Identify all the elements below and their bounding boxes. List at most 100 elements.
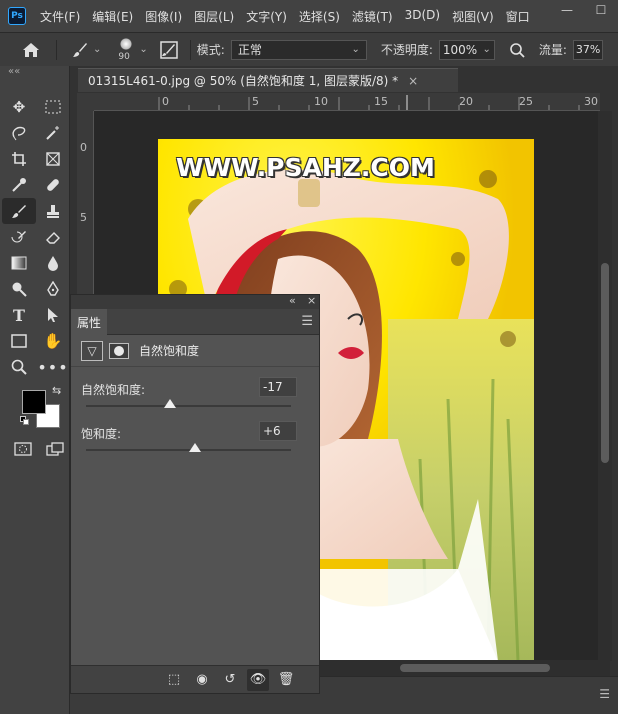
hand-tool-icon[interactable]: ✋ xyxy=(36,328,70,354)
panel-footer: ⬚ ◉ ↺ 👁 🗑 xyxy=(71,665,319,693)
menu-edit[interactable]: 编辑(E) xyxy=(92,8,133,25)
flow-value: 37% xyxy=(575,43,601,56)
lasso-tool-icon[interactable] xyxy=(2,120,36,146)
path-selection-tool-icon[interactable] xyxy=(36,302,70,328)
vibrance-control: 自然饱和度: -17 xyxy=(71,373,319,417)
panel-title-bar[interactable]: « × xyxy=(71,294,319,309)
toggle-visibility-eye-icon[interactable]: 👁 xyxy=(247,668,269,691)
adjustment-title: 自然饱和度 xyxy=(139,344,200,358)
chevron-down-icon[interactable]: ⌄ xyxy=(139,44,147,55)
healing-brush-tool-icon[interactable] xyxy=(36,172,70,198)
horizontal-scroll-thumb[interactable] xyxy=(400,664,550,672)
saturation-control: 饱和度: +6 xyxy=(71,417,319,461)
horizontal-scrollbar[interactable] xyxy=(320,660,610,676)
screen-mode-icon[interactable] xyxy=(46,442,64,459)
menu-image[interactable]: 图像(I) xyxy=(145,8,182,25)
close-panel-button[interactable]: × xyxy=(307,294,316,307)
hamburger-menu-icon[interactable]: ☰ xyxy=(599,687,610,701)
trash-icon[interactable]: 🗑 xyxy=(275,669,297,691)
brush-size-picker[interactable]: 90 xyxy=(113,36,139,64)
swap-colors-icon[interactable]: ⇆ xyxy=(52,384,61,397)
chevron-down-icon: ⌄ xyxy=(93,44,102,55)
eyedropper-tool-icon[interactable] xyxy=(2,172,36,198)
default-colors-icon[interactable] xyxy=(20,416,30,426)
mode-select[interactable]: 正常 ⌄ xyxy=(230,39,367,60)
brush-tool-icon[interactable] xyxy=(2,198,36,224)
ruler-label: 20 xyxy=(459,95,473,108)
collapse-toolbar-button[interactable]: «« xyxy=(0,66,69,80)
tab-properties[interactable]: 属性 xyxy=(71,309,107,335)
tools-panel: «« ✥ T ✋ ••• ⇆ xyxy=(0,66,70,714)
tool-grid: ✥ T ✋ ••• xyxy=(0,94,69,380)
divider xyxy=(56,39,57,60)
brush-settings-button[interactable] xyxy=(160,40,178,59)
menu-select[interactable]: 选择(S) xyxy=(299,8,340,25)
magic-wand-tool-icon[interactable] xyxy=(36,120,70,146)
panel-menu-icon[interactable]: ☰ xyxy=(301,314,313,329)
ruler-label: 5 xyxy=(80,211,87,224)
menu-window[interactable]: 窗口 xyxy=(506,8,530,25)
frame-tool-icon[interactable] xyxy=(36,146,70,172)
saturation-input[interactable]: +6 xyxy=(259,421,297,441)
dodge-tool-icon[interactable] xyxy=(2,276,36,302)
brush-icon xyxy=(73,42,87,57)
flow-field[interactable]: 37% xyxy=(572,39,603,60)
document-tabs: 01315L461-0.jpg @ 50% (自然饱和度 1, 图层蒙版/8) … xyxy=(70,66,618,92)
ruler-label: 10 xyxy=(314,95,328,108)
move-tool-icon[interactable]: ✥ xyxy=(2,94,36,120)
vertical-scrollbar[interactable] xyxy=(598,111,612,661)
vibrance-label: 自然饱和度: xyxy=(81,383,146,397)
maximize-button[interactable]: ☐ xyxy=(584,0,618,20)
menu-3d[interactable]: 3D(D) xyxy=(405,8,440,25)
vibrance-slider-track[interactable] xyxy=(86,405,291,407)
eraser-tool-icon[interactable] xyxy=(36,224,70,250)
opacity-label: 不透明度: xyxy=(380,43,433,57)
foreground-color-swatch[interactable] xyxy=(22,390,46,414)
properties-panel: « × 属性 ☰ ▽ 自然饱和度 自然饱和度: -17 饱和度: +6 ⬚ ◉ … xyxy=(70,294,320,694)
clip-to-layer-icon[interactable]: ⬚ xyxy=(163,669,185,691)
home-icon xyxy=(23,42,39,57)
photoshop-logo-icon: Ps xyxy=(8,7,26,25)
minimize-button[interactable]: — xyxy=(550,0,584,20)
vertical-scroll-thumb[interactable] xyxy=(601,263,609,463)
stamp-tool-icon[interactable] xyxy=(36,198,70,224)
ruler-label: 30 xyxy=(584,95,598,108)
menu-filter[interactable]: 滤镜(T) xyxy=(352,8,393,25)
zoom-tool-icon[interactable] xyxy=(2,354,36,380)
crop-tool-icon[interactable] xyxy=(2,146,36,172)
divider xyxy=(189,39,191,60)
view-previous-state-icon[interactable]: ◉ xyxy=(191,669,213,691)
pressure-opacity-icon[interactable] xyxy=(509,42,525,58)
rectangle-tool-icon[interactable] xyxy=(2,328,36,354)
menu-file[interactable]: 文件(F) xyxy=(40,8,80,25)
quick-mask-icon[interactable] xyxy=(14,442,32,459)
opacity-field[interactable]: 100% ⌄ xyxy=(438,39,495,60)
mode-value: 正常 xyxy=(237,43,262,57)
pen-tool-icon[interactable] xyxy=(36,276,70,302)
menu-view[interactable]: 视图(V) xyxy=(452,8,494,25)
vibrance-slider-thumb[interactable] xyxy=(164,399,177,408)
horizontal-ruler: 0 5 10 15 20 25 30 xyxy=(94,93,600,111)
saturation-slider-thumb[interactable] xyxy=(188,443,201,452)
document-tab[interactable]: 01315L461-0.jpg @ 50% (自然饱和度 1, 图层蒙版/8) … xyxy=(78,68,458,92)
collapse-panel-button[interactable]: « xyxy=(289,294,296,307)
marquee-tool-icon[interactable] xyxy=(36,94,70,120)
close-tab-button[interactable]: × xyxy=(408,74,418,88)
menu-layer[interactable]: 图层(L) xyxy=(194,8,234,25)
chevron-down-icon: ⌄ xyxy=(482,44,491,55)
vibrance-input[interactable]: -17 xyxy=(259,377,297,397)
layer-mask-icon[interactable] xyxy=(109,342,129,359)
type-tool-icon[interactable]: T xyxy=(2,302,36,328)
document-tab-title: 01315L461-0.jpg @ 50% (自然饱和度 1, 图层蒙版/8) … xyxy=(88,74,399,88)
ruler-label: 0 xyxy=(80,141,87,154)
brush-tool-preset[interactable]: ⌄ xyxy=(71,41,101,59)
history-brush-tool-icon[interactable] xyxy=(2,224,36,250)
ruler-label: 0 xyxy=(162,95,169,108)
blur-tool-icon[interactable] xyxy=(36,250,70,276)
gradient-tool-icon[interactable] xyxy=(2,250,36,276)
home-button[interactable] xyxy=(22,42,40,58)
menu-type[interactable]: 文字(Y) xyxy=(246,8,287,25)
reset-icon[interactable]: ↺ xyxy=(219,669,241,691)
more-tools-icon[interactable]: ••• xyxy=(36,354,70,380)
vibrance-adjustment-icon[interactable]: ▽ xyxy=(81,340,103,361)
